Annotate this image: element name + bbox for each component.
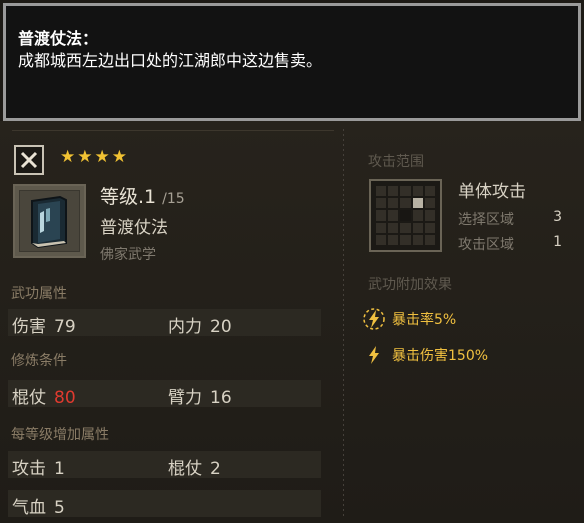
rarity-stars: ★★★★	[60, 147, 129, 167]
lightning-icon	[362, 343, 386, 367]
per-level-row-1: 攻击 1 棍仗 2	[8, 451, 321, 479]
select-area: 选择区域 3	[458, 209, 562, 228]
attack-range-grid	[369, 179, 442, 252]
close-icon	[20, 151, 38, 169]
effect-crit-damage: 暴击伤害150%	[362, 342, 488, 368]
stat-damage: 伤害 79	[12, 317, 76, 337]
attack-area: 攻击区域 1	[458, 234, 562, 253]
skill-school: 佛家武学	[100, 247, 156, 263]
stat-internal-power: 内力 20	[168, 317, 232, 337]
effects-heading: 武功附加效果	[368, 277, 452, 293]
range-heading: 攻击范围	[368, 154, 424, 170]
requirements-heading: 修炼条件	[11, 353, 67, 369]
tooltip-title: 普渡仗法：	[18, 29, 99, 48]
per-level-staff: 棍仗 2	[168, 459, 221, 479]
skill-name: 普渡仗法	[100, 218, 168, 238]
column-divider	[343, 129, 344, 519]
per-level-row-2: 气血 5	[8, 490, 321, 518]
lightning-icon	[362, 307, 386, 331]
skill-book-icon	[13, 184, 86, 258]
per-level-attack: 攻击 1	[12, 459, 65, 479]
target-type: 单体攻击	[458, 182, 526, 202]
tooltip-body: 成都城西左边出口处的江湖郎中这边售卖。	[18, 51, 323, 70]
tooltip-box: 普渡仗法： 成都城西左边出口处的江湖郎中这边售卖。	[3, 3, 581, 121]
level-max: /15	[162, 191, 185, 207]
level-value: 等级.1	[100, 186, 157, 208]
top-divider	[12, 130, 334, 131]
book-icon	[31, 195, 67, 249]
skill-level: 等级.1/15	[100, 182, 185, 209]
attributes-row: 伤害 79 内力 20	[8, 309, 321, 337]
per-level-heading: 每等级增加属性	[11, 427, 109, 443]
req-staff: 棍仗 80	[12, 388, 76, 408]
skill-panel: ★★★★ 等级.1/15 普渡仗法 佛家武学 武功属性 伤害 79 内力 20 修炼…	[0, 121, 584, 523]
close-button[interactable]	[14, 145, 44, 175]
effect-crit-rate: 暴击率5%	[362, 306, 456, 332]
requirements-row: 棍仗 80 臂力 16	[8, 380, 321, 408]
req-arm-strength: 臂力 16	[168, 388, 232, 408]
attributes-heading: 武功属性	[11, 286, 67, 302]
per-level-hp: 气血 5	[12, 498, 65, 518]
